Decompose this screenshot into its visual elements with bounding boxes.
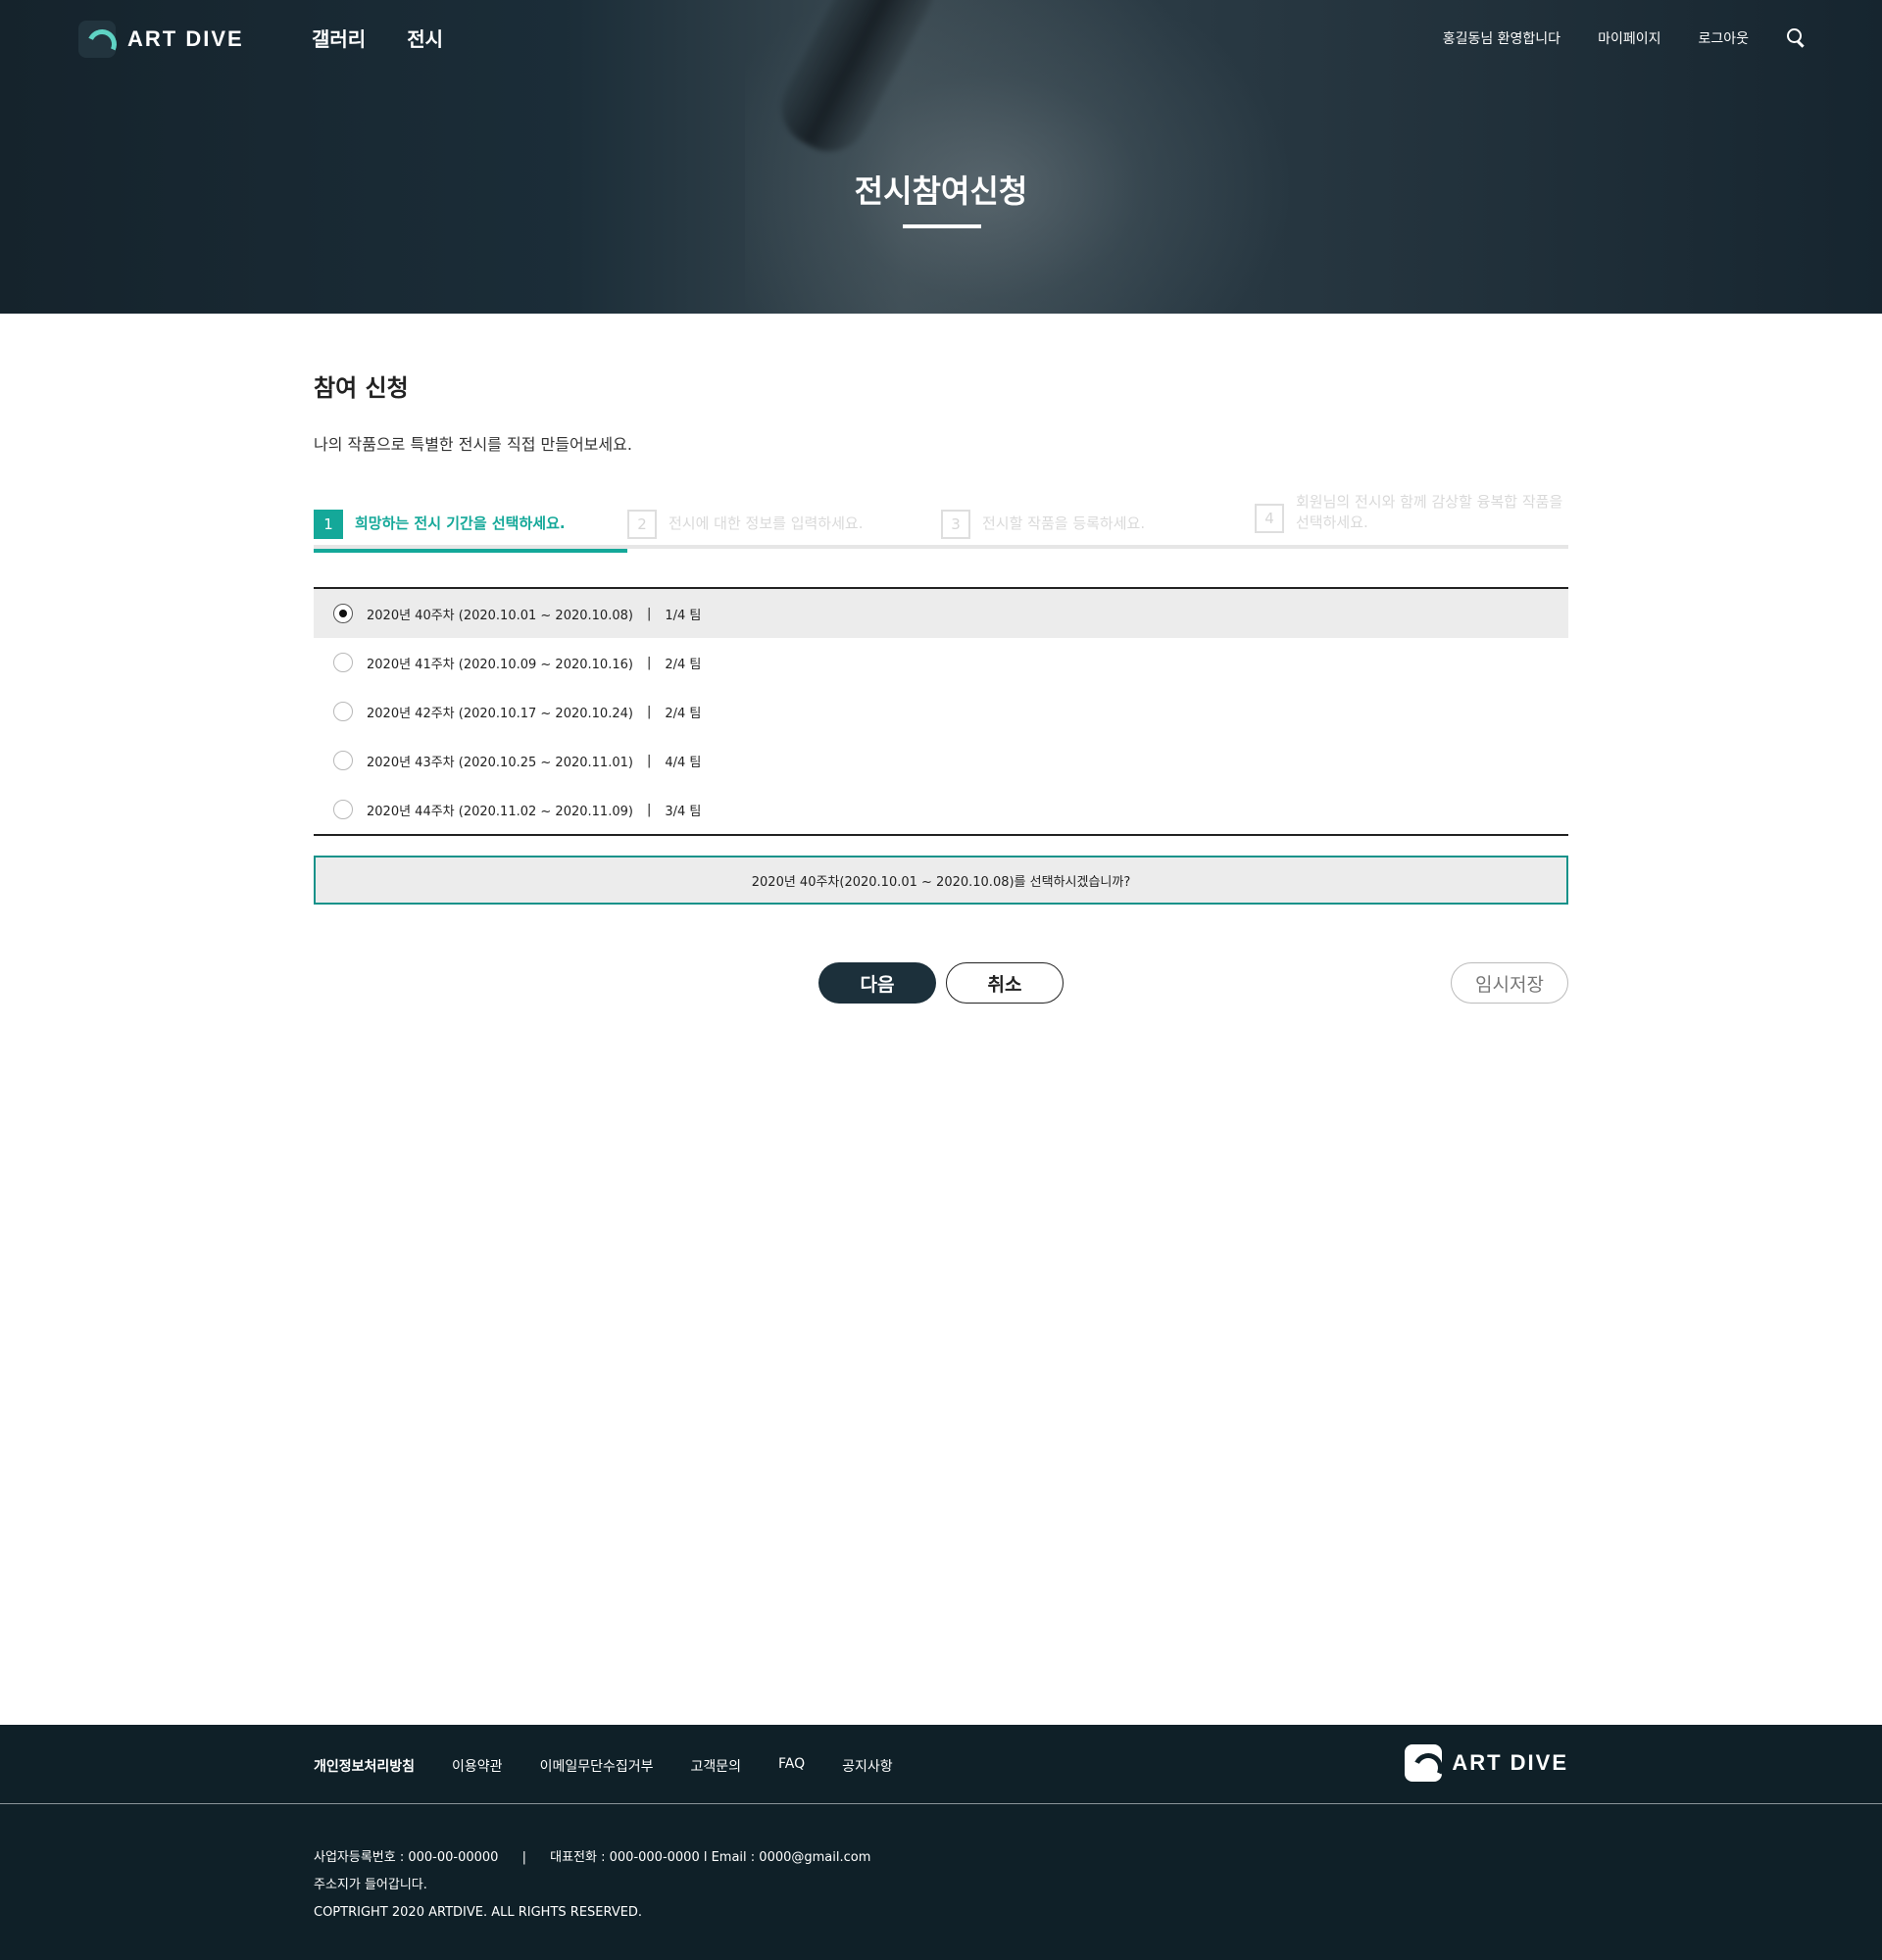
logo-icon (1405, 1744, 1443, 1782)
site-logo[interactable]: ART DIVE (78, 20, 244, 59)
next-button[interactable]: 다음 (818, 962, 936, 1004)
step-label: 전시할 작품을 등록하세요. (982, 514, 1146, 532)
nav-gallery[interactable]: 갤러리 (312, 24, 366, 52)
step-4: 4 회원님의 전시와 함께 감상할 융복합 작품을 선택하세요. (1255, 488, 1568, 549)
footer-logo-text: ART DIVE (1452, 1750, 1568, 1775)
step-3: 3 전시할 작품을 등록하세요. (941, 488, 1255, 549)
option-separator: | (646, 753, 652, 768)
step-2: 2 전시에 대한 정보를 입력하세요. (627, 488, 941, 549)
step-label-line1: 회원님의 전시와 함께 감상할 융복합 작품을 (1296, 493, 1563, 511)
company-contact-line: 사업자등록번호 : 000-00-00000 | 대표전화 : 000-000-… (314, 1844, 870, 1872)
option-teams: 2/4 팀 (665, 706, 702, 721)
section-title: 참여 신청 (314, 374, 409, 402)
option-teams: 1/4 팀 (665, 608, 702, 623)
period-options: 2020년 40주차 (2020.10.01 ~ 2020.10.08) | 1… (314, 587, 1568, 836)
contact-info: 대표전화 : 000-000-0000 l Email : 0000@gmail… (550, 1850, 871, 1865)
option-separator: | (646, 802, 652, 817)
option-separator: | (646, 606, 652, 621)
step-number: 4 (1255, 504, 1284, 533)
radio-button[interactable] (333, 702, 353, 721)
option-period: 2020년 44주차 (2020.11.02 ~ 2020.11.09) (367, 804, 633, 819)
option-period: 2020년 41주차 (2020.10.09 ~ 2020.10.16) (367, 657, 633, 672)
period-option-40[interactable]: 2020년 40주차 (2020.10.01 ~ 2020.10.08) | 1… (314, 589, 1568, 638)
utility-menu: 홍길동님 환영합니다 마이페이지 로그아웃 (1443, 27, 1808, 49)
radio-button[interactable] (333, 800, 353, 819)
option-separator: | (646, 704, 652, 719)
footer-link-terms[interactable]: 이용약관 (452, 1756, 503, 1776)
footer-logo[interactable]: ART DIVE (1405, 1744, 1568, 1782)
footer-link-faq[interactable]: FAQ (778, 1756, 805, 1776)
step-label: 희망하는 전시 기간을 선택하세요. (355, 514, 566, 532)
company-info: 사업자등록번호 : 000-00-00000 | 대표전화 : 000-000-… (314, 1844, 870, 1927)
main-nav: 갤러리 전시 (312, 24, 443, 52)
option-period: 2020년 42주차 (2020.10.17 ~ 2020.10.24) (367, 706, 633, 721)
footer-divider (0, 1803, 1882, 1804)
mypage-link[interactable]: 마이페이지 (1598, 28, 1660, 48)
option-separator: | (646, 655, 652, 670)
step-number: 1 (314, 510, 343, 539)
step-label-line2: 선택하세요. (1296, 514, 1368, 531)
title-underline (903, 224, 981, 228)
period-option-41[interactable]: 2020년 41주차 (2020.10.09 ~ 2020.10.16) | 2… (314, 638, 1568, 687)
period-option-44[interactable]: 2020년 44주차 (2020.11.02 ~ 2020.11.09) | 3… (314, 785, 1568, 834)
nav-exhibition[interactable]: 전시 (407, 24, 443, 52)
option-period: 2020년 43주차 (2020.10.25 ~ 2020.11.01) (367, 755, 633, 770)
step-number: 2 (627, 510, 657, 539)
business-number: 사업자등록번호 : 000-00-00000 (314, 1850, 499, 1865)
page-title: 전시참여신청 (854, 172, 1028, 210)
search-icon[interactable] (1786, 27, 1808, 49)
cancel-button[interactable]: 취소 (946, 962, 1064, 1004)
footer-link-email-refusal[interactable]: 이메일무단수집거부 (540, 1756, 654, 1776)
option-teams: 3/4 팀 (665, 804, 702, 819)
temp-save-button[interactable]: 임시저장 (1451, 962, 1568, 1004)
site-footer: 개인정보처리방침 이용약관 이메일무단수집거부 고객문의 FAQ 공지사항 AR… (0, 1725, 1882, 1960)
step-1: 1 희망하는 전시 기간을 선택하세요. (314, 488, 627, 553)
footer-link-privacy[interactable]: 개인정보처리방침 (314, 1756, 415, 1776)
period-option-42[interactable]: 2020년 42주차 (2020.10.17 ~ 2020.10.24) | 2… (314, 687, 1568, 736)
radio-button[interactable] (333, 653, 353, 672)
welcome-text: 홍길동님 환영합니다 (1442, 31, 1561, 47)
radio-button[interactable] (333, 604, 353, 623)
footer-link-support[interactable]: 고객문의 (691, 1756, 742, 1776)
step-label: 회원님의 전시와 함께 감상할 융복합 작품을 선택하세요. (1296, 492, 1562, 533)
logo-icon (78, 21, 116, 58)
logout-link[interactable]: 로그아웃 (1698, 28, 1749, 48)
info-separator: | (521, 1850, 526, 1865)
copyright: COPTRIGHT 2020 ARTDIVE. ALL RIGHTS RESER… (314, 1905, 643, 1920)
step-label: 전시에 대한 정보를 입력하세요. (669, 514, 864, 532)
option-teams: 4/4 팀 (665, 755, 702, 770)
logo-text: ART DIVE (127, 26, 244, 51)
option-teams: 2/4 팀 (665, 657, 702, 672)
address: 주소지가 들어갑니다. (314, 1878, 427, 1892)
top-navigation: ART DIVE 갤러리 전시 홍길동님 환영합니다 마이페이지 로그아웃 (0, 0, 1882, 78)
period-option-43[interactable]: 2020년 43주차 (2020.10.25 ~ 2020.11.01) | 4… (314, 736, 1568, 785)
footer-links: 개인정보처리방침 이용약관 이메일무단수집거부 고객문의 FAQ 공지사항 (314, 1756, 893, 1776)
section-description: 나의 작품으로 특별한 전시를 직접 만들어보세요. (314, 435, 632, 454)
option-period: 2020년 40주차 (2020.10.01 ~ 2020.10.08) (367, 608, 633, 623)
radio-button[interactable] (333, 751, 353, 770)
hero-banner: ART DIVE 갤러리 전시 홍길동님 환영합니다 마이페이지 로그아웃 전시… (0, 0, 1882, 314)
selection-confirm-message: 2020년 40주차(2020.10.01 ~ 2020.10.08)를 선택하… (314, 856, 1568, 905)
step-number: 3 (941, 510, 970, 539)
footer-link-notice[interactable]: 공지사항 (842, 1756, 893, 1776)
step-indicator: 1 희망하는 전시 기간을 선택하세요. 2 전시에 대한 정보를 입력하세요.… (314, 488, 1568, 553)
